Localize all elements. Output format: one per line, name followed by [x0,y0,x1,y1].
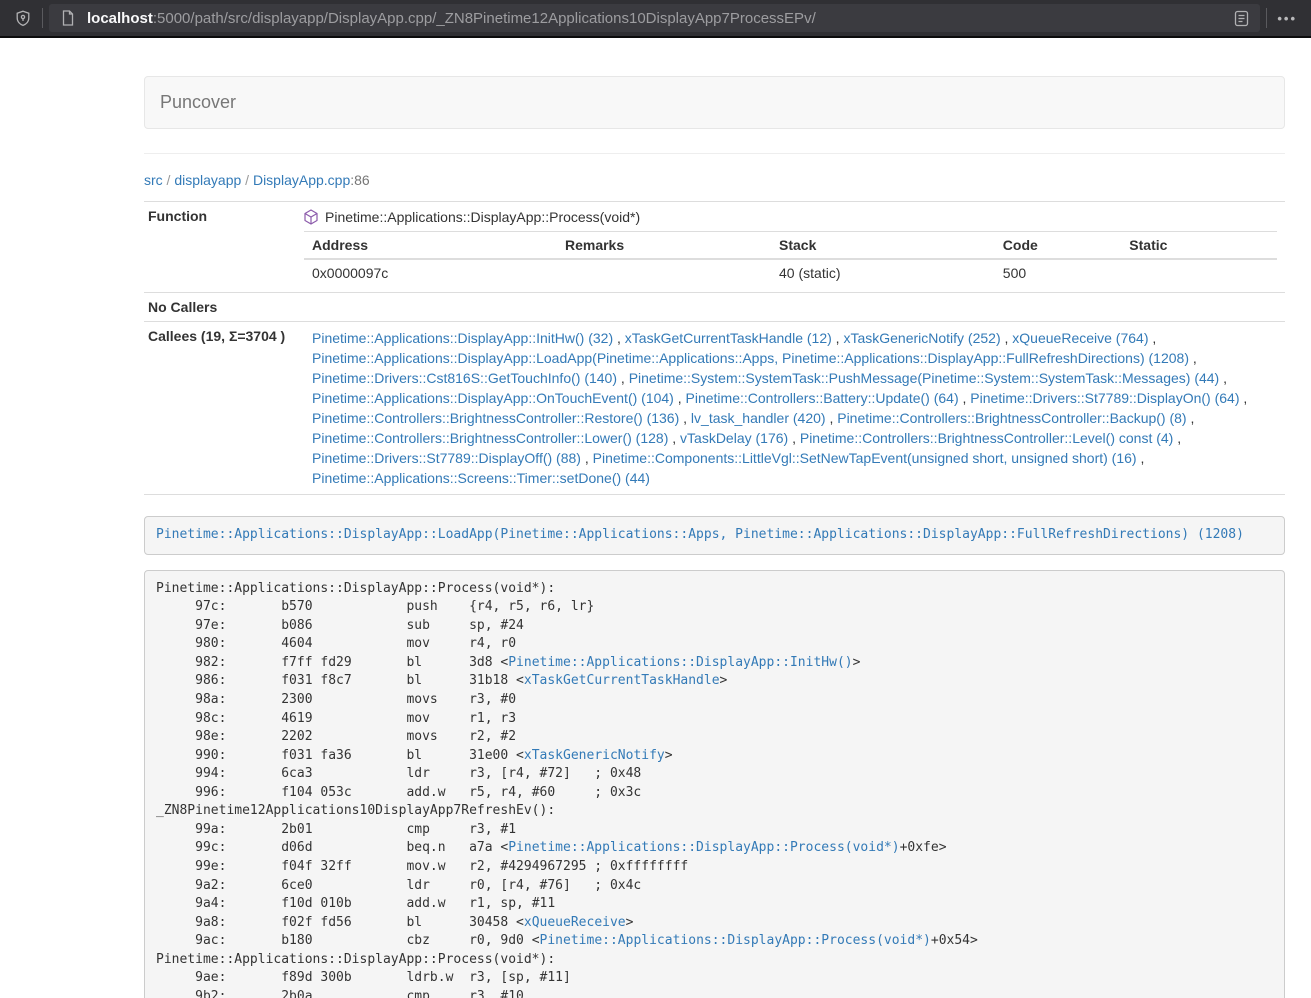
code-symbol-link[interactable]: Pinetime::Applications::DisplayApp::Init… [508,655,852,670]
toolbar-divider [42,8,43,28]
callee-separator: , [826,410,838,426]
callee-link[interactable]: Pinetime::Applications::DisplayApp::OnTo… [312,390,674,406]
browser-toolbar: localhost:5000/path/src/displayapp/Displ… [0,0,1311,38]
callee-link[interactable]: Pinetime::Drivers::St7789::DisplayOn() (… [970,390,1239,406]
callee-separator: , [668,430,680,446]
callee-separator: , [674,390,686,406]
url-host: localhost [87,10,153,27]
address-value: 0x0000097c [304,259,557,286]
callee-link[interactable]: Pinetime::Drivers::St7789::DisplayOff() … [312,450,581,466]
function-label: Function [144,202,296,293]
callee-link[interactable]: Pinetime::Drivers::Cst816S::GetTouchInfo… [312,370,617,386]
callee-link[interactable]: Pinetime::System::SystemTask::PushMessag… [629,370,1220,386]
highlighted-symbol-well: Pinetime::Applications::DisplayApp::Load… [144,516,1285,555]
remarks-value [557,259,771,286]
callee-link[interactable]: xTaskGenericNotify (252) [843,330,1000,346]
callee-separator: , [1189,350,1197,366]
app-header: Puncover [144,76,1285,129]
overflow-menu-icon[interactable]: ••• [1273,11,1301,26]
column-static: Static [1121,232,1277,260]
code-symbol-link[interactable]: xTaskGetCurrentTaskHandle [524,673,720,688]
page-content: Puncover src / displayapp / DisplayApp.c… [144,76,1285,998]
callee-separator: , [1187,410,1195,426]
function-name-line: Pinetime::Applications::DisplayApp::Proc… [304,208,1277,228]
callee-separator: , [617,370,629,386]
function-cube-icon [304,209,318,225]
callee-link[interactable]: Pinetime::Controllers::BrightnessControl… [312,410,679,426]
callee-link[interactable]: Pinetime::Controllers::BrightnessControl… [837,410,1186,426]
callee-separator: , [959,390,971,406]
breadcrumb-line-number: :86 [350,172,369,188]
stack-value: 40 (static) [771,259,995,286]
url-path: :5000/path/src/displayapp/DisplayApp.cpp… [153,10,816,27]
function-summary-table: Function Pinetime::Applications::Display… [144,201,1285,495]
callee-link[interactable]: Pinetime::Controllers::Battery::Update()… [686,390,959,406]
callee-separator: , [1137,450,1145,466]
callee-link[interactable]: Pinetime::Components::LittleVgl::SetNewT… [593,450,1137,466]
breadcrumb: src / displayapp / DisplayApp.cpp:86 [144,172,1285,188]
callee-separator: , [1219,370,1227,386]
url-bar[interactable]: localhost:5000/path/src/displayapp/Displ… [49,4,1260,32]
static-value [1121,259,1277,286]
breadcrumb-separator: / [241,172,253,188]
callee-separator: , [788,430,800,446]
callee-link[interactable]: Pinetime::Applications::DisplayApp::Load… [312,350,1189,366]
no-callers-row: No Callers [144,293,1285,322]
callees-label: Callees (19, Σ=3704 ) [144,322,296,495]
highlighted-symbol-link[interactable]: Pinetime::Applications::DisplayApp::Load… [156,527,1244,542]
metrics-data-row: 0x0000097c 40 (static) 500 [304,259,1277,286]
callee-link[interactable]: Pinetime::Controllers::BrightnessControl… [800,430,1173,446]
reader-mode-icon[interactable] [1228,5,1254,31]
callee-separator: , [1173,430,1181,446]
breadcrumb-separator: / [163,172,175,188]
breadcrumb-link[interactable]: displayapp [174,172,241,188]
column-code: Code [995,232,1121,260]
callee-separator: , [1148,330,1156,346]
callee-link[interactable]: xTaskGetCurrentTaskHandle (12) [625,330,832,346]
tracking-protection-shield-icon[interactable] [10,5,36,31]
no-callers-label: No Callers [144,293,296,322]
url-text: localhost:5000/path/src/displayapp/Displ… [87,10,1228,27]
callee-link[interactable]: Pinetime::Controllers::BrightnessControl… [312,430,668,446]
callee-separator: , [832,330,844,346]
function-row: Function Pinetime::Applications::Display… [144,202,1285,293]
function-metrics-table: Address Remarks Stack Code Static 0x0000… [304,231,1277,286]
callee-link[interactable]: Pinetime::Applications::Screens::Timer::… [312,470,650,486]
breadcrumb-link[interactable]: src [144,172,163,188]
callee-link[interactable]: Pinetime::Applications::DisplayApp::Init… [312,330,613,346]
disassembly-pre: Pinetime::Applications::DisplayApp::Proc… [144,570,1285,998]
callee-separator: , [1240,390,1248,406]
callees-list: Pinetime::Applications::DisplayApp::Init… [312,328,1277,488]
column-address: Address [304,232,557,260]
app-brand[interactable]: Puncover [160,92,236,112]
breadcrumb-link[interactable]: DisplayApp.cpp [253,172,350,188]
callee-separator: , [1001,330,1013,346]
code-symbol-link[interactable]: xTaskGenericNotify [524,748,665,763]
metrics-header-row: Address Remarks Stack Code Static [304,232,1277,260]
callee-link[interactable]: lv_task_handler (420) [691,410,826,426]
column-stack: Stack [771,232,995,260]
column-remarks: Remarks [557,232,771,260]
function-name: Pinetime::Applications::DisplayApp::Proc… [325,209,640,225]
code-symbol-link[interactable]: Pinetime::Applications::DisplayApp::Proc… [540,933,931,948]
callee-separator: , [679,410,691,426]
callee-separator: , [581,450,593,466]
code-symbol-link[interactable]: Pinetime::Applications::DisplayApp::Proc… [508,840,899,855]
callee-separator: , [613,330,625,346]
code-value: 500 [995,259,1121,286]
callee-link[interactable]: xQueueReceive (764) [1012,330,1148,346]
code-symbol-link[interactable]: xQueueReceive [524,915,626,930]
callees-row: Callees (19, Σ=3704 ) Pinetime::Applicat… [144,322,1285,495]
callee-link[interactable]: vTaskDelay (176) [680,430,788,446]
header-divider [144,153,1285,154]
toolbar-divider-right [1266,8,1267,28]
page-info-icon[interactable] [55,5,81,31]
